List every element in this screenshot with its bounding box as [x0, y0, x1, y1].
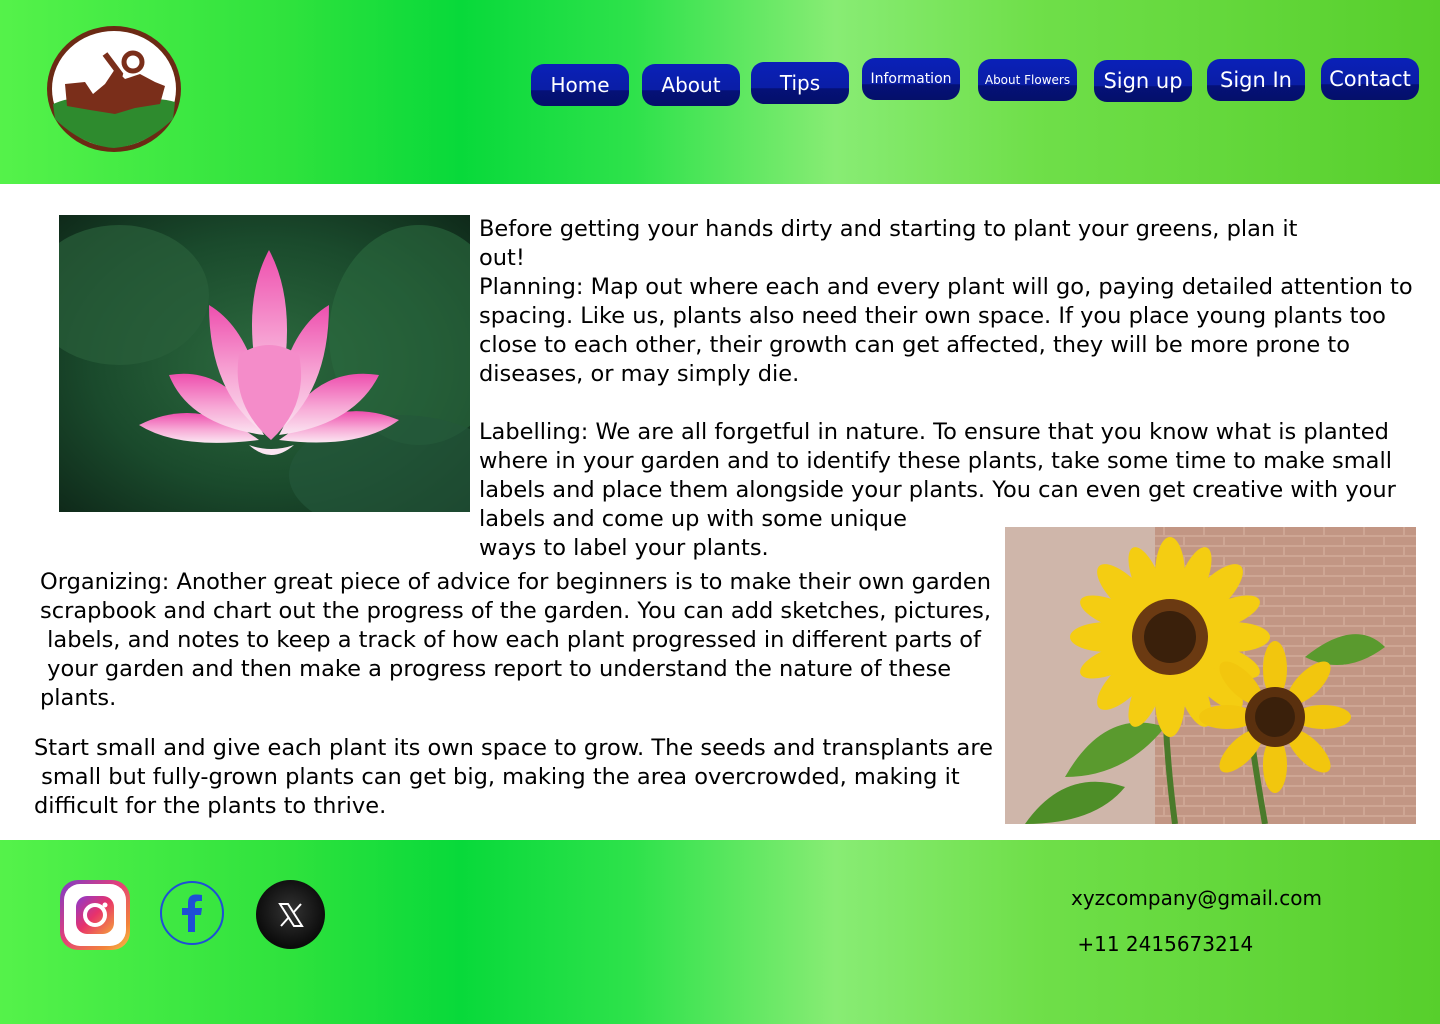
labelling-line-5: ways to label your plants. [479, 535, 769, 561]
footer: xyzcompany@gmail.com +11 2415673214 [0, 840, 1440, 1024]
contact-phone: +11 2415673214 [1071, 932, 1254, 956]
nav-signin-button[interactable]: Sign In [1207, 59, 1305, 101]
nav-tips-button[interactable]: Tips [751, 62, 849, 104]
organizing-line-4: your garden and then make a progress rep… [40, 656, 952, 682]
planning-line-3: close to each other, their growth can ge… [479, 332, 1351, 358]
nav-home-button[interactable]: Home [531, 64, 629, 106]
instagram-icon[interactable] [60, 880, 130, 950]
planning-line-2: spacing. Like us, plants also need their… [479, 303, 1386, 329]
gardening-logo[interactable] [45, 24, 183, 154]
organizing-line-3: labels, and notes to keep a track of how… [40, 627, 981, 653]
planning-line-4: diseases, or may simply die. [479, 361, 800, 387]
x-icon[interactable] [256, 880, 325, 949]
nav-contact-button[interactable]: Contact [1321, 58, 1419, 100]
start-line-3: difficult for the plants to thrive. [34, 793, 387, 819]
intro-line-2: out! [479, 245, 525, 271]
organizing-line-5: plants. [40, 685, 117, 711]
nav-information-button[interactable]: Information [862, 58, 960, 100]
start-line-2: small but fully-grown plants can get big… [34, 764, 960, 790]
intro-line-1: Before getting your hands dirty and star… [479, 216, 1298, 242]
labelling-line-4: labels and come up with some unique [479, 506, 907, 532]
sunflower-image [1005, 527, 1416, 824]
header: Home About Tips Information About Flower… [0, 0, 1440, 184]
labelling-line-2: where in your garden and to identify the… [479, 448, 1392, 474]
labelling-line-3: labels and place them alongside your pla… [479, 477, 1396, 503]
nav-signup-button[interactable]: Sign up [1094, 60, 1192, 102]
nav-about-flowers-button[interactable]: About Flowers [978, 59, 1077, 101]
nav-about-button[interactable]: About [642, 64, 740, 106]
contact-email[interactable]: xyzcompany@gmail.com [1071, 886, 1322, 910]
planning-line-1: Planning: Map out where each and every p… [479, 274, 1413, 300]
start-line-1: Start small and give each plant its own … [34, 735, 993, 761]
labelling-line-1: Labelling: We are all forgetful in natur… [479, 419, 1389, 445]
organizing-line-1: Organizing: Another great piece of advic… [40, 569, 991, 595]
organizing-line-2: scrapbook and chart out the progress of … [40, 598, 992, 624]
facebook-icon[interactable] [159, 880, 225, 946]
lotus-image [59, 215, 470, 512]
